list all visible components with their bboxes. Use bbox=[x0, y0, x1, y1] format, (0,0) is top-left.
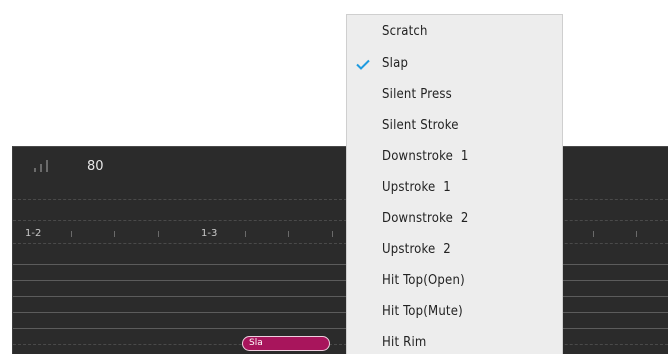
track-editor: 80 1-2 1-3 Sla bbox=[12, 146, 668, 354]
menu-item-upstroke-1[interactable]: Upstroke 1 bbox=[347, 173, 562, 204]
menu-item-downstroke-1[interactable]: Downstroke 1 bbox=[347, 142, 562, 173]
menu-item-label: Silent Stroke bbox=[382, 118, 459, 133]
bar-label-1-3: 1-3 bbox=[201, 228, 218, 239]
menu-item-hit-top-mute[interactable]: Hit Top(Mute) bbox=[347, 297, 562, 328]
note-clip[interactable]: Sla bbox=[242, 336, 330, 351]
menu-item-slap[interactable]: Slap bbox=[347, 49, 562, 80]
bar-label-1-2: 1-2 bbox=[25, 228, 42, 239]
grid-dashed-line bbox=[13, 199, 668, 200]
menu-item-silent-stroke[interactable]: Silent Stroke bbox=[347, 111, 562, 142]
menu-item-scratch[interactable]: Scratch bbox=[347, 17, 562, 48]
menu-item-label: Upstroke 2 bbox=[382, 242, 451, 257]
menu-item-label: Hit Top(Open) bbox=[382, 273, 465, 288]
menu-item-label: Hit Rim bbox=[382, 335, 427, 350]
articulation-menu: Scratch Slap Silent Press Silent Stroke … bbox=[346, 14, 563, 354]
menu-item-label: Hit Top(Mute) bbox=[382, 304, 463, 319]
grid-dashed-line bbox=[13, 344, 668, 345]
grid-dashed-line bbox=[13, 220, 668, 221]
velocity-value: 80 bbox=[87, 159, 104, 174]
grid-dashed-line bbox=[13, 243, 668, 244]
string-line bbox=[13, 312, 668, 313]
menu-item-label: Scratch bbox=[382, 24, 428, 39]
menu-item-hit-rim[interactable]: Hit Rim bbox=[347, 328, 562, 359]
beat-tick bbox=[114, 231, 115, 237]
menu-item-label: Downstroke 1 bbox=[382, 149, 469, 164]
checkmark-icon bbox=[356, 59, 370, 70]
beat-tick bbox=[158, 231, 159, 237]
menu-item-downstroke-2[interactable]: Downstroke 2 bbox=[347, 204, 562, 235]
beat-tick bbox=[288, 231, 289, 237]
beat-tick bbox=[332, 231, 333, 237]
menu-item-hit-top-open[interactable]: Hit Top(Open) bbox=[347, 266, 562, 297]
menu-item-label: Slap bbox=[382, 56, 409, 71]
string-line bbox=[13, 328, 668, 329]
menu-item-label: Downstroke 2 bbox=[382, 211, 469, 226]
string-line bbox=[13, 264, 668, 265]
beat-tick bbox=[593, 231, 594, 237]
string-line bbox=[13, 280, 668, 281]
string-line bbox=[13, 296, 668, 297]
menu-item-upstroke-2[interactable]: Upstroke 2 bbox=[347, 235, 562, 266]
menu-item-label: Upstroke 1 bbox=[382, 180, 451, 195]
menu-item-label: Silent Press bbox=[382, 87, 452, 102]
velocity-icon bbox=[34, 160, 56, 172]
beat-tick bbox=[245, 231, 246, 237]
menu-item-silent-press[interactable]: Silent Press bbox=[347, 80, 562, 111]
beat-tick bbox=[71, 231, 72, 237]
beat-tick bbox=[636, 231, 637, 237]
